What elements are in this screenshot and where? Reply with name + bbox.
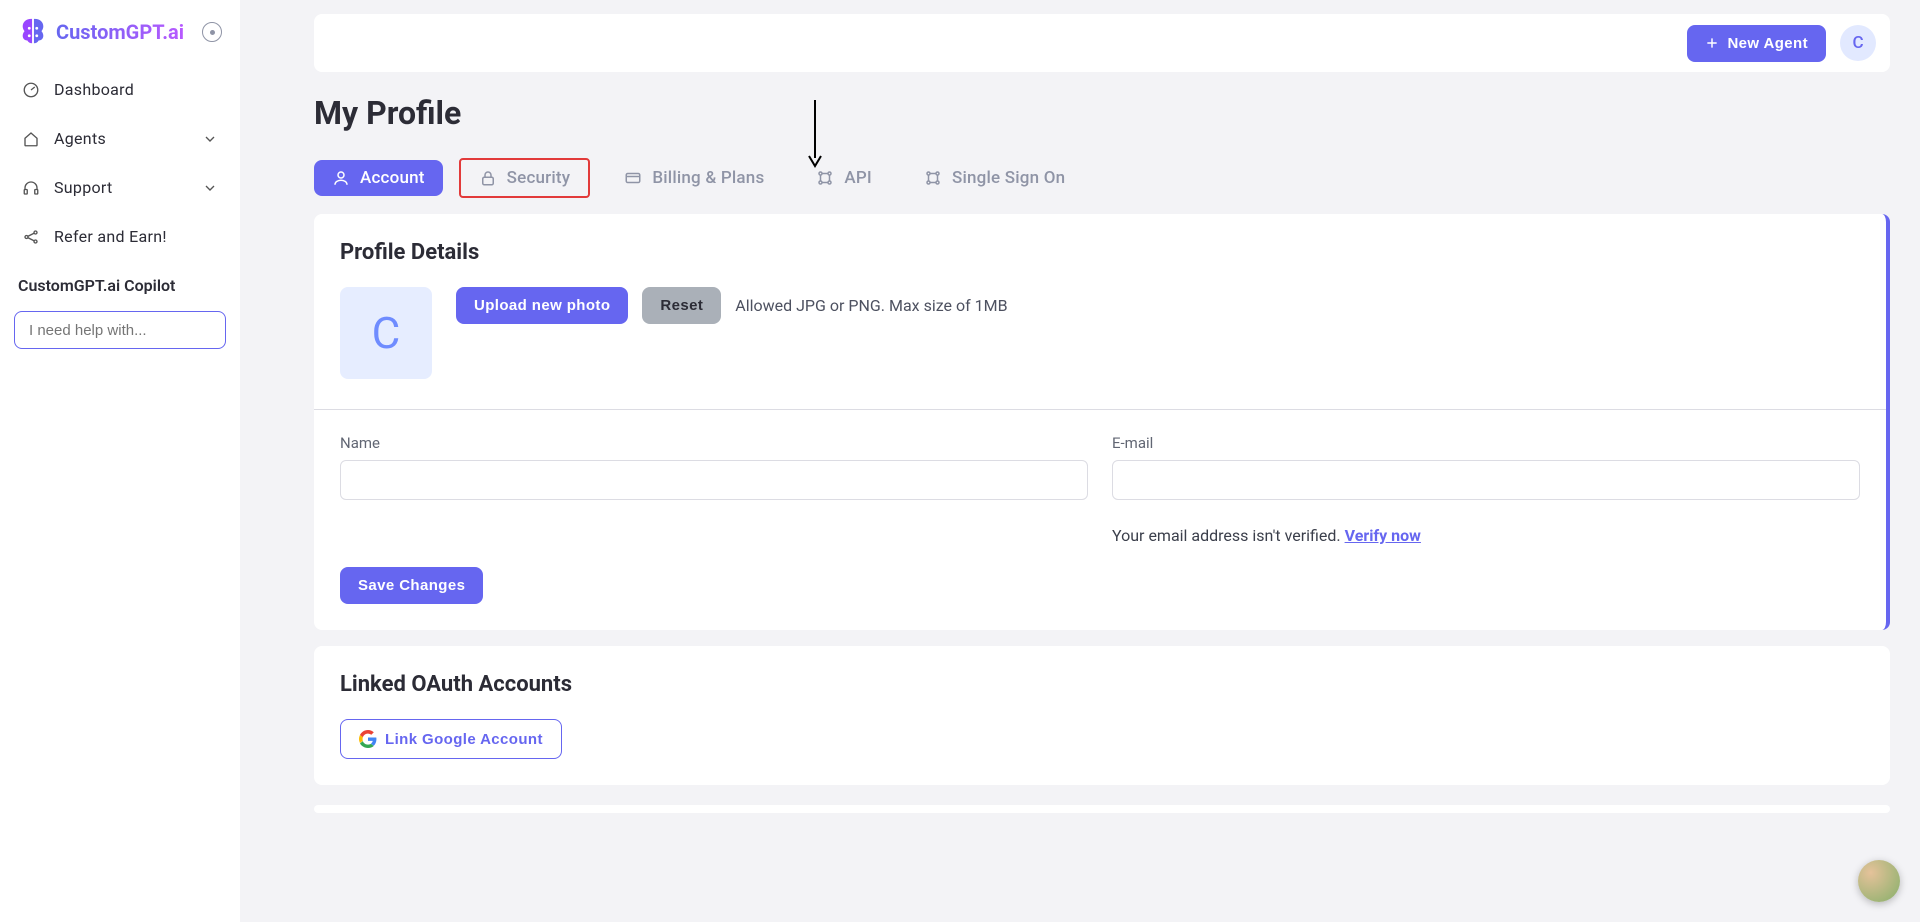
tab-label: API: [844, 168, 872, 188]
save-changes-button[interactable]: Save Changes: [340, 567, 483, 604]
sidebar-item-label: Dashboard: [54, 80, 134, 99]
reset-photo-button[interactable]: Reset: [642, 287, 721, 324]
main-content: New Agent C My Profile Account Security …: [240, 0, 1920, 922]
oauth-title: Linked OAuth Accounts: [340, 672, 1864, 697]
sidebar-item-agents[interactable]: Agents: [14, 119, 226, 158]
profile-photo: C: [340, 287, 432, 379]
brand: CustomGPT.ai: [14, 16, 226, 60]
tab-sso[interactable]: Single Sign On: [906, 160, 1083, 196]
lock-icon: [479, 169, 497, 187]
chevron-down-icon: [202, 180, 218, 196]
copilot-section-label: CustomGPT.ai Copilot: [14, 276, 226, 295]
verify-text: Your email address isn't verified.: [1112, 526, 1345, 545]
copilot-chat-input-container[interactable]: [14, 311, 226, 349]
brand-logo-icon: [18, 17, 48, 47]
chevron-down-icon: [202, 131, 218, 147]
button-label: Save Changes: [358, 577, 465, 594]
top-bar: New Agent C: [314, 14, 1890, 72]
gauge-icon: [22, 81, 40, 99]
email-verify-message: Your email address isn't verified. Verif…: [1112, 526, 1860, 545]
share-icon: [22, 228, 40, 246]
upload-photo-button[interactable]: Upload new photo: [456, 287, 628, 324]
tab-billing[interactable]: Billing & Plans: [606, 160, 782, 196]
sidebar-item-dashboard[interactable]: Dashboard: [14, 70, 226, 109]
home-icon: [22, 130, 40, 148]
copilot-chat-input[interactable]: [27, 321, 230, 340]
new-agent-button[interactable]: New Agent: [1687, 25, 1826, 62]
page-title: My Profile: [314, 94, 1890, 132]
next-card-peek: [314, 805, 1890, 813]
email-input[interactable]: [1112, 460, 1860, 500]
photo-requirements-text: Allowed JPG or PNG. Max size of 1MB: [735, 296, 1007, 315]
tab-security[interactable]: Security: [459, 158, 591, 198]
oauth-card: Linked OAuth Accounts Link Google Accoun…: [314, 646, 1890, 785]
divider: [314, 409, 1886, 410]
profile-details-title: Profile Details: [340, 240, 1860, 265]
button-label: Upload new photo: [474, 297, 610, 314]
headset-icon: [22, 179, 40, 197]
tab-api[interactable]: API: [798, 160, 890, 196]
user-avatar[interactable]: C: [1840, 25, 1876, 61]
user-icon: [332, 169, 350, 187]
button-label: New Agent: [1727, 35, 1808, 52]
nodes-icon: [924, 169, 942, 187]
sidebar-item-label: Support: [54, 178, 113, 197]
name-input[interactable]: [340, 460, 1088, 500]
profile-tabs: Account Security Billing & Plans API Sin…: [314, 158, 1890, 198]
nodes-icon: [816, 169, 834, 187]
profile-details-card: Profile Details C Upload new photo Reset…: [314, 214, 1890, 630]
name-label: Name: [340, 434, 1088, 452]
verify-now-link[interactable]: Verify now: [1345, 526, 1421, 545]
tab-label: Billing & Plans: [652, 168, 764, 188]
plus-icon: [1705, 36, 1719, 50]
sidebar-item-label: Refer and Earn!: [54, 227, 167, 246]
tab-label: Account: [360, 168, 425, 188]
avatar-initial: C: [1852, 33, 1863, 53]
sidebar-item-refer[interactable]: Refer and Earn!: [14, 217, 226, 256]
tab-label: Single Sign On: [952, 168, 1065, 188]
brand-name: CustomGPT.ai: [56, 20, 184, 44]
avatar-initial: C: [372, 307, 401, 359]
sidebar-collapse-toggle[interactable]: [202, 22, 222, 42]
sidebar: CustomGPT.ai Dashboard Agents Support Re…: [0, 0, 240, 922]
tab-account[interactable]: Account: [314, 160, 443, 196]
google-icon: [359, 730, 377, 748]
support-chat-bubble[interactable]: [1858, 860, 1900, 902]
tab-label: Security: [507, 168, 571, 188]
link-google-button[interactable]: Link Google Account: [340, 719, 562, 759]
button-label: Link Google Account: [385, 731, 543, 748]
email-label: E-mail: [1112, 434, 1860, 452]
sidebar-item-support[interactable]: Support: [14, 168, 226, 207]
credit-card-icon: [624, 169, 642, 187]
sidebar-item-label: Agents: [54, 129, 106, 148]
button-label: Reset: [660, 297, 703, 314]
